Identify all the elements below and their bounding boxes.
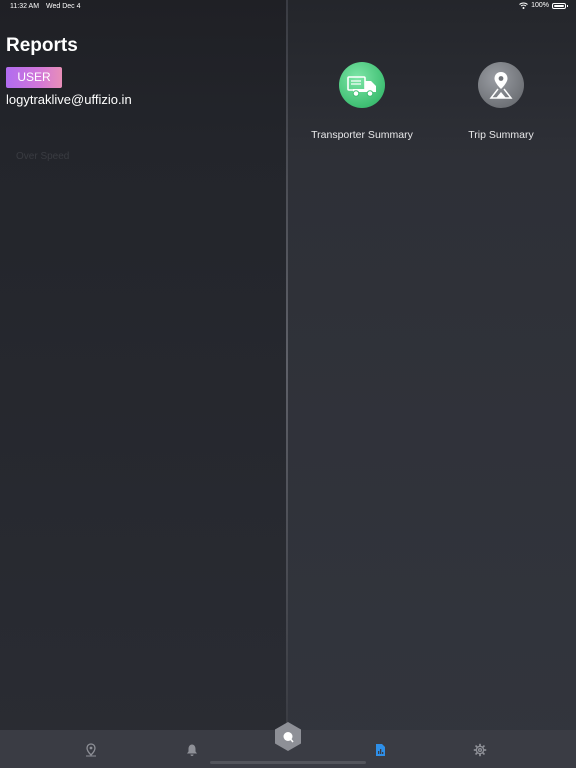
page-title: Reports — [6, 35, 78, 56]
status-date: Wed Dec 4 — [46, 3, 81, 10]
hexagon-icon — [275, 722, 301, 751]
report-label: Transporter Summary — [311, 129, 413, 141]
battery-percent: 100% — [531, 2, 549, 9]
gear-icon — [473, 743, 487, 757]
user-role-badge: USER — [6, 67, 62, 88]
user-email: logytraklive@uffizio.in — [6, 92, 132, 107]
tab-reports[interactable] — [360, 730, 400, 768]
wifi-icon — [519, 2, 528, 9]
truck-icon — [339, 62, 385, 108]
transporter-summary-report[interactable]: Transporter Summary — [302, 62, 422, 141]
bell-icon — [187, 744, 197, 756]
status-time: 11:32 AM — [10, 3, 40, 10]
home-indicator — [210, 761, 366, 764]
tab-alerts[interactable] — [172, 730, 212, 768]
map-pin-icon — [86, 743, 96, 757]
status-bar: 11:32 AM Wed Dec 4 100% — [0, 0, 576, 14]
tab-map[interactable] — [71, 730, 111, 768]
report-label: Trip Summary — [468, 129, 534, 141]
faint-background-text: Over Speed — [16, 151, 70, 162]
tab-settings[interactable] — [460, 730, 500, 768]
reports-screen: Reports USER logytraklive@uffizio.in Ove… — [0, 0, 576, 768]
left-panel: Reports USER logytraklive@uffizio.in Ove… — [0, 0, 286, 730]
report-doc-icon — [376, 744, 385, 756]
trip-summary-report[interactable]: Trip Summary — [441, 62, 561, 141]
battery-icon — [552, 2, 568, 9]
status-indicators: 100% — [519, 2, 568, 9]
map-pin-road-icon — [478, 62, 524, 108]
tab-dashboard[interactable] — [274, 721, 302, 752]
